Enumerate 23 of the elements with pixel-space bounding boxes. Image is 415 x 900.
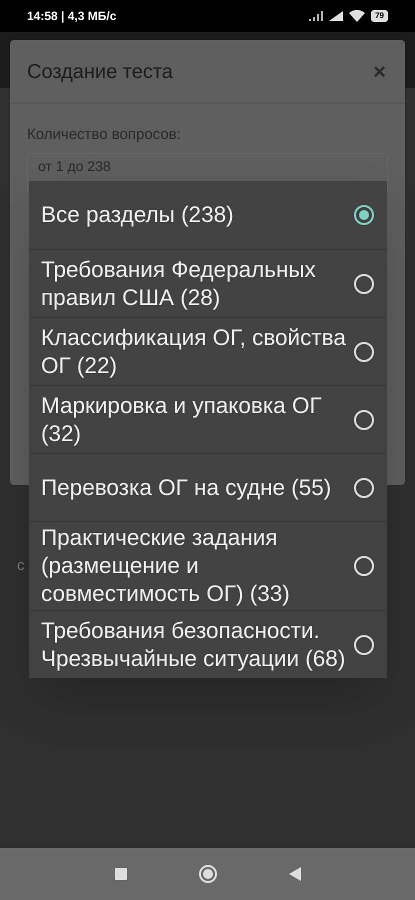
radio-selected-icon [354, 205, 374, 225]
section-option[interactable]: Требования безопасности. Чрезвычайные ситуации (68) [29, 610, 387, 678]
radio-icon [354, 634, 374, 654]
radio-icon [354, 274, 374, 294]
home-icon[interactable] [198, 865, 216, 883]
radio-icon [354, 478, 374, 498]
status-time: 14:58 | 4,3 МБ/с [27, 8, 116, 25]
wifi-icon [349, 10, 366, 22]
radio-icon [354, 410, 374, 430]
background-text: c [17, 556, 24, 576]
signal-icon [329, 11, 344, 21]
dialog-title: Создание теста [27, 60, 173, 84]
section-option[interactable]: Маркировка и упаковка ОГ (32) [29, 385, 387, 453]
recent-apps-icon[interactable] [114, 868, 126, 880]
battery-icon: 79 [371, 10, 388, 22]
section-option[interactable]: Перевозка ОГ на судне (55) [29, 453, 387, 521]
section-option[interactable]: Требования Федеральных правил США (28) [29, 249, 387, 317]
radio-icon [354, 556, 374, 576]
back-icon[interactable] [288, 867, 300, 881]
section-option[interactable]: Практические задания (размещение и совместимость ОГ) (33) [29, 521, 387, 610]
radio-icon [354, 342, 374, 362]
section-option[interactable]: Классификация ОГ, свойства ОГ (22) [29, 317, 387, 385]
signal-icon [309, 11, 324, 21]
